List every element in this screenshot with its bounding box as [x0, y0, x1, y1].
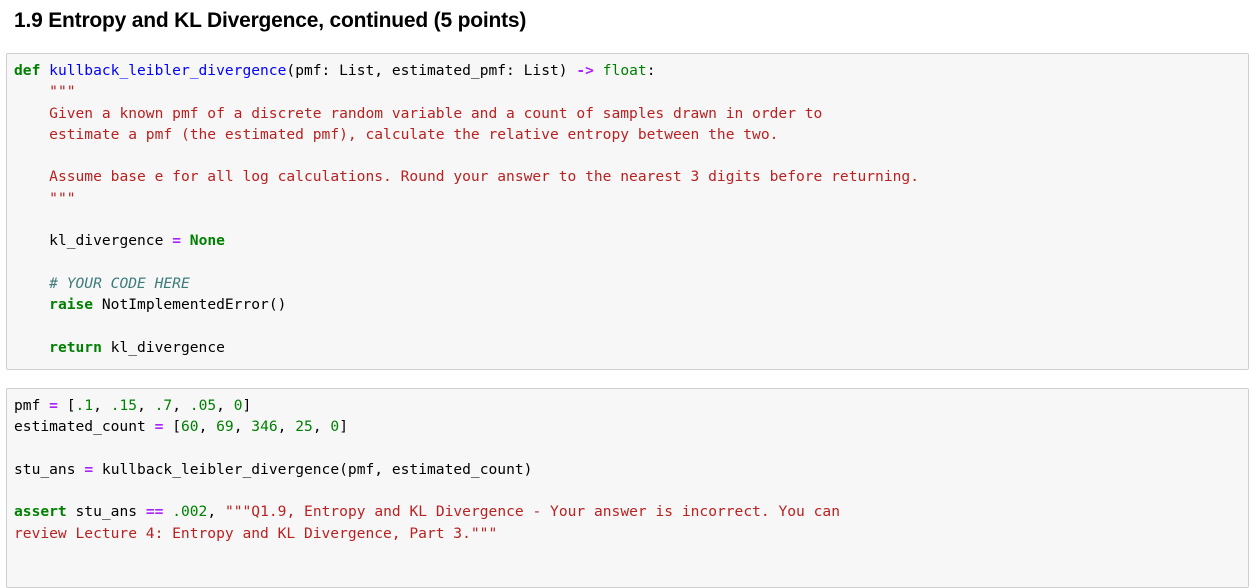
comma: , [137, 397, 155, 414]
assert-message-line-2: review Lecture 4: Entropy and KL Diverge… [14, 524, 498, 542]
page-title: 1.9 Entropy and KL Divergence, continued… [14, 9, 527, 32]
docstring-line-1: Given a known pmf of a discrete random v… [49, 104, 823, 122]
function-name: kullback_leibler_divergence [49, 62, 287, 79]
expected-answer-value: .002 [172, 503, 208, 521]
comma: , [172, 397, 190, 414]
count-value-5: 0 [330, 418, 340, 436]
pmf-value-4: .05 [189, 397, 217, 414]
pmf-value-2: .15 [110, 397, 138, 414]
comma: , [198, 418, 217, 436]
count-value-3: 346 [251, 418, 278, 436]
assign-operator-stu-ans: = [84, 460, 94, 478]
assign-operator: = [172, 232, 181, 250]
comma: , [93, 397, 111, 414]
comma: , [277, 418, 296, 436]
cell-editor-area[interactable]: def kullback_leibler_divergence(pmf: Lis… [7, 54, 1248, 364]
return-value: kl_divergence [110, 338, 225, 356]
keyword-assert: assert [14, 503, 67, 521]
assign-operator-pmf: = [49, 397, 58, 414]
docstring-open-quote: """ [49, 83, 76, 101]
comma: , [312, 418, 331, 436]
return-type: float [602, 62, 647, 79]
docstring-close-quote: """ [49, 189, 76, 207]
code-block-test-assertion: pmf = [.1, .15, .7, .05, 0] estimated_co… [14, 395, 1242, 544]
assert-comma: , [207, 503, 217, 521]
comment-your-code-here: # YOUR CODE HERE [49, 274, 190, 292]
notebook-code-cell-function-definition[interactable]: def kullback_leibler_divergence(pmf: Lis… [6, 53, 1249, 370]
paren-open: ( [286, 62, 296, 79]
count-value-1: 60 [180, 418, 199, 436]
assert-message-line-1: """Q1.9, Entropy and KL Divergence - You… [224, 503, 840, 521]
assign-operator-estimated-count: = [154, 418, 164, 436]
docstring-line-3: Assume base e for all log calculations. … [49, 168, 919, 186]
count-value-2: 69 [216, 418, 234, 436]
keyword-def: def [14, 62, 41, 79]
docstring-line-2: estimate a pmf (the estimated pmf), calc… [49, 125, 779, 143]
cell-editor-area-tests[interactable]: pmf = [.1, .15, .7, .05, 0] estimated_co… [7, 389, 1248, 550]
variable-stu-ans: stu_ans [14, 460, 76, 478]
colon: : [646, 62, 656, 79]
code-block-function-definition: def kullback_leibler_divergence(pmf: Lis… [14, 60, 1242, 358]
equality-operator: == [145, 503, 164, 521]
comma: , [216, 397, 234, 414]
pmf-value-1: .1 [75, 397, 94, 414]
pmf-value-5: 0 [233, 397, 243, 414]
count-value-4: 25 [295, 418, 313, 436]
return-arrow: -> [576, 62, 594, 79]
paren-close: ) [558, 62, 568, 79]
variable-estimated-count: estimated_count [14, 418, 146, 436]
bracket-open-pmf: [ [66, 397, 76, 414]
bracket-close-counts: ] [339, 418, 348, 436]
bracket-close-pmf: ] [242, 397, 252, 414]
bracket-open-counts: [ [172, 418, 181, 436]
function-call-kl-divergence: kullback_leibler_divergence(pmf, estimat… [101, 460, 533, 478]
assert-subject: stu_ans [75, 503, 138, 521]
literal-none: None [189, 232, 225, 250]
variable-pmf: pmf [14, 397, 41, 414]
notebook-code-cell-test-assertion[interactable]: pmf = [.1, .15, .7, .05, 0] estimated_co… [6, 388, 1249, 588]
function-parameters: pmf: List, estimated_pmf: List [295, 62, 559, 79]
comma: , [233, 418, 252, 436]
not-implemented-error: NotImplementedError() [101, 296, 287, 314]
pmf-value-3: .7 [154, 397, 173, 414]
keyword-return: return [49, 338, 102, 356]
variable-kl-divergence: kl_divergence [49, 232, 164, 250]
keyword-raise: raise [49, 296, 94, 314]
